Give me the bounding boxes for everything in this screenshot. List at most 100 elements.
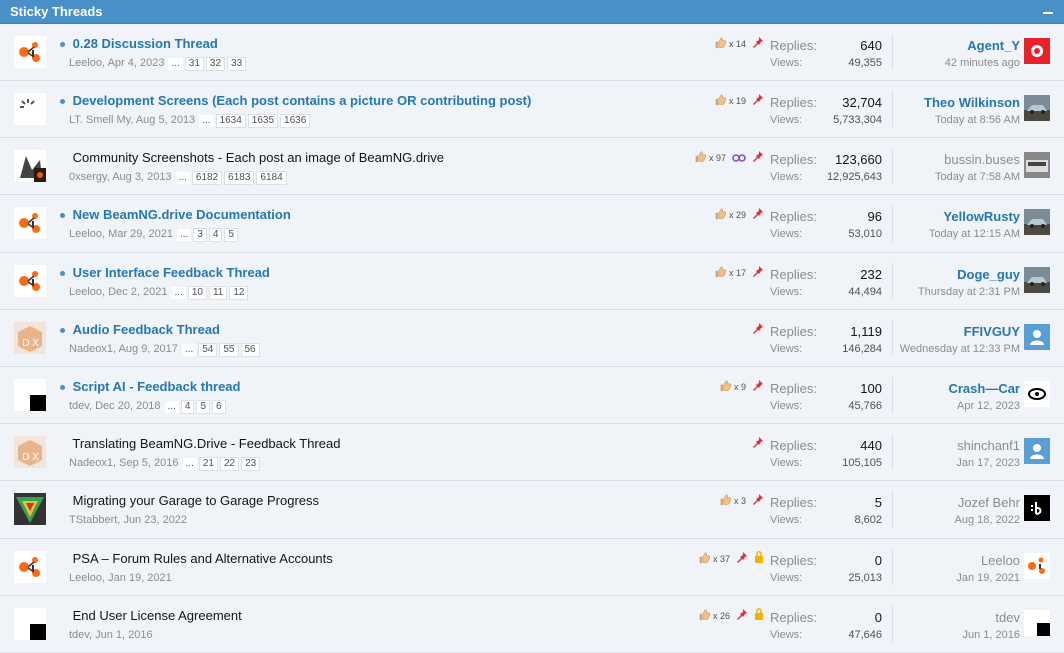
thread-author[interactable]: 0xsergy [69,171,107,183]
page-link[interactable]: 56 [240,343,260,357]
page-link[interactable]: 32 [205,57,226,71]
page-link[interactable]: 3 [193,228,207,242]
page-link[interactable]: 4 [180,400,195,414]
last-post-user[interactable]: FFIVGUY [850,324,1020,339]
collapse-icon[interactable] [1042,6,1054,18]
thread-title[interactable]: New BeamNG.drive Documentation [73,207,291,222]
thread-date[interactable]: Dec 2, 2021 [108,286,167,298]
page-link[interactable]: 6183 [224,171,255,185]
black-square-icon[interactable] [1024,610,1050,636]
thread-title[interactable]: Script AI - Feedback thread [73,379,241,394]
thread-author[interactable]: Nadeox1 [69,457,113,469]
last-post-user[interactable]: Theo Wilkinson [850,95,1020,110]
last-post-time[interactable]: Today at 7:58 AM [850,171,1020,183]
page-link[interactable]: 1635 [247,114,279,128]
last-post-time[interactable]: Today at 12:15 AM [850,228,1020,240]
thread-author[interactable]: TStabbert [69,514,117,526]
car-photo-icon[interactable] [1024,267,1050,293]
default-user-icon[interactable] [1024,438,1050,464]
thread-title[interactable]: User Interface Feedback Thread [73,265,270,280]
page-link[interactable]: 6 [212,400,226,414]
dx-box-icon[interactable]: DX [14,436,46,468]
thread-date[interactable]: Dec 20, 2018 [95,400,160,412]
thread-date[interactable]: Apr 4, 2023 [108,57,165,69]
page-link[interactable]: 55 [219,343,239,357]
dx-box-icon[interactable]: DX [14,322,46,354]
triangle-logo-icon[interactable] [14,493,46,525]
thread-author[interactable]: Nadeox1 [69,343,113,355]
b-logo-icon[interactable] [1024,495,1050,521]
page-link[interactable]: 6182 [191,171,223,185]
page-link[interactable]: 12 [229,286,249,300]
page-link[interactable]: 33 [227,57,247,71]
thread-row[interactable]: DX Translating BeamNG.Drive - Feedback T… [0,424,1064,481]
black-square-icon[interactable] [14,608,46,640]
last-post-user[interactable]: YellowRusty [850,209,1020,224]
thread-author[interactable]: tdev [69,400,89,412]
last-post-time[interactable]: Jan 19, 2021 [850,572,1020,584]
thread-date[interactable]: Aug 3, 2013 [112,171,171,183]
last-post-time[interactable]: Jun 1, 2016 [850,629,1021,641]
beamng-logo-icon[interactable] [14,36,46,68]
last-post-user[interactable]: Doge_guy [850,267,1020,282]
thread-title[interactable]: Audio Feedback Thread [73,322,220,337]
last-post-user[interactable]: Leeloo [850,553,1020,568]
last-post-user[interactable]: tdev [850,610,1020,625]
page-link[interactable]: 4 [208,228,223,242]
last-post-time[interactable]: 42 minutes ago [850,57,1020,69]
thread-author[interactable]: Leeloo [69,572,102,584]
thread-title[interactable]: Development Screens (Each post contains … [73,93,532,108]
default-user-icon[interactable] [1024,324,1050,350]
last-post-user[interactable]: shinchanf1 [850,438,1020,453]
page-link[interactable]: 54 [198,343,218,357]
thread-row[interactable]: Script AI - Feedback thread tdev, Dec 20… [0,367,1064,424]
beamng-logo-icon[interactable] [14,551,46,583]
thread-title[interactable]: PSA – Forum Rules and Alternative Accoun… [73,551,333,566]
car-photo-icon[interactable] [1024,209,1050,235]
thread-date[interactable]: Mar 29, 2021 [108,228,173,240]
last-post-time[interactable]: Thursday at 2:31 PM [850,286,1020,298]
thread-row[interactable]: PSA – Forum Rules and Alternative Accoun… [0,539,1064,596]
last-post-user[interactable]: bussin.buses [850,152,1020,167]
last-post-user[interactable]: Agent_Y [850,38,1020,53]
page-link[interactable]: 21 [198,457,218,471]
page-link[interactable]: 10 [187,286,207,300]
thread-row[interactable]: End User License Agreement tdev, Jun 1, … [0,596,1064,653]
loading-icon[interactable] [14,93,46,125]
page-link[interactable]: 1636 [280,114,311,128]
thread-author[interactable]: Leeloo [69,57,102,69]
thread-author[interactable]: Leeloo [69,286,102,298]
thread-author[interactable]: Leeloo [69,228,102,240]
thread-row[interactable]: New BeamNG.drive Documentation Leeloo, M… [0,195,1064,253]
thread-row[interactable]: Migrating your Garage to Garage Progress… [0,481,1064,539]
page-link[interactable]: 6184 [256,171,287,185]
page-link[interactable]: 5 [224,228,239,242]
last-post-time[interactable]: Today at 8:56 AM [850,114,1020,126]
last-post-user[interactable]: Crash—Car [850,381,1020,396]
last-post-time[interactable]: Wednesday at 12:33 PM [850,343,1020,355]
thread-date[interactable]: Sep 5, 2016 [119,457,178,469]
page-link[interactable]: 11 [208,286,228,300]
thread-row[interactable]: DX Audio Feedback Thread Nadeox1, Aug 9,… [0,310,1064,367]
thread-row[interactable]: Community Screenshots - Each post an ima… [0,138,1064,195]
black-square-icon[interactable] [14,379,46,411]
page-link[interactable]: 31 [184,57,204,71]
thread-date[interactable]: Jun 23, 2022 [123,514,187,526]
thread-date[interactable]: Jan 19, 2021 [108,572,172,584]
eye-logo-icon[interactable] [1024,381,1050,407]
page-link[interactable]: 23 [241,457,261,471]
thread-title[interactable]: Migrating your Garage to Garage Progress [73,493,319,508]
thread-date[interactable]: Aug 5, 2013 [136,114,195,126]
thread-author[interactable]: tdev [69,629,89,641]
thread-date[interactable]: Jun 1, 2016 [95,629,153,641]
beamng-logo-icon[interactable] [14,265,46,297]
car-photo-icon[interactable] [1024,95,1050,121]
thread-row[interactable]: User Interface Feedback Thread Leeloo, D… [0,253,1064,310]
thread-row[interactable]: Development Screens (Each post contains … [0,81,1064,138]
thread-row[interactable]: 0.28 Discussion Thread Leeloo, Apr 4, 20… [0,24,1064,81]
last-post-user[interactable]: Jozef Behr [850,495,1020,510]
beamng-logo-icon[interactable] [14,207,46,239]
thread-title[interactable]: Community Screenshots - Each post an ima… [73,150,444,165]
thread-author[interactable]: LT. Smell My [69,114,130,126]
last-post-time[interactable]: Jan 17, 2023 [850,457,1020,469]
